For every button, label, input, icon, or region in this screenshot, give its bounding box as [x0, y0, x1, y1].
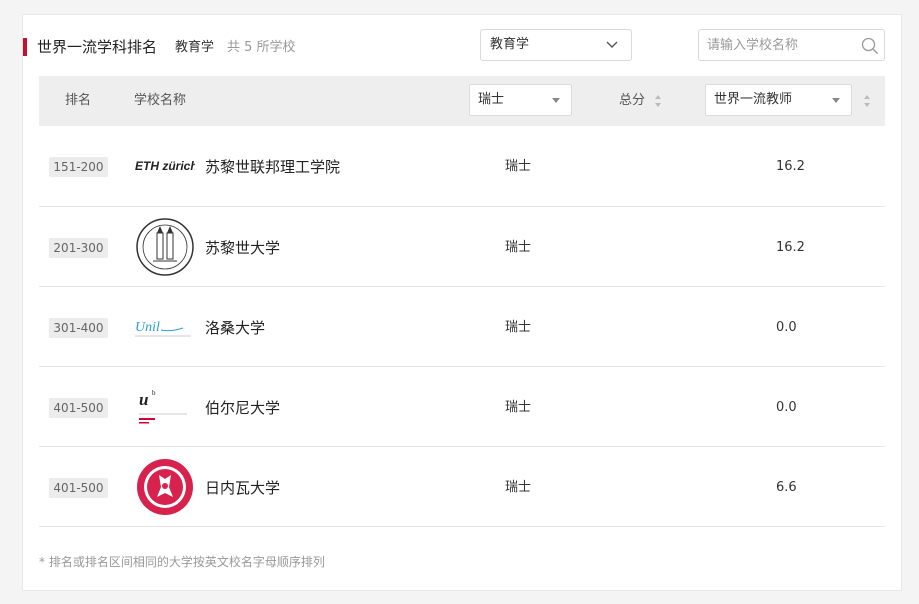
rank-badge: 301-400 [49, 318, 108, 338]
subject-label: 教育学 [175, 40, 215, 55]
table-header: 排名 学校名称 瑞士 总分 世界一流教师 [39, 76, 885, 126]
table-row[interactable]: 401-500 u b 伯尔尼大学 瑞士 0.0 [39, 367, 885, 447]
header-school-name: 学校名称 [134, 93, 187, 108]
school-country: 瑞士 [505, 400, 532, 415]
eth-zurich-logo: ETH zürich [135, 159, 195, 173]
country-filter-select[interactable]: 瑞士 [469, 84, 572, 116]
country-filter-value: 瑞士 [478, 92, 505, 107]
ranking-card: 世界一流学科排名 教育学 共 5 所学校 教育学 排名 学校名称 瑞士 总分 世… [22, 14, 902, 591]
school-name[interactable]: 苏黎世大学 [205, 237, 280, 259]
rank-badge: 201-300 [49, 238, 108, 258]
school-name[interactable]: 日内瓦大学 [205, 477, 280, 499]
header-total-score[interactable]: 总分 [619, 76, 645, 126]
table-body: 151-200 ETH zürich 苏黎世联邦理工学院 瑞士 16.2 201… [39, 126, 885, 527]
table-row[interactable]: 201-300 苏黎世大学 瑞士 16.2 [39, 207, 885, 287]
caret-down-icon [832, 98, 840, 103]
unil-logo: Unil [135, 320, 191, 337]
chevron-down-icon [606, 41, 618, 48]
indicator-filter-value: 世界一流教师 [714, 92, 793, 107]
unil-logo-text: Unil [135, 320, 160, 335]
table-row[interactable]: 151-200 ETH zürich 苏黎世联邦理工学院 瑞士 16.2 [39, 126, 885, 207]
school-name[interactable]: 洛桑大学 [205, 317, 265, 339]
title-accent-bar [23, 38, 27, 56]
table-row[interactable]: 301-400 Unil 洛桑大学 瑞士 0.0 [39, 287, 885, 367]
school-country: 瑞士 [505, 240, 532, 255]
subject-select[interactable]: 教育学 [480, 29, 632, 61]
rank-badge: 401-500 [49, 478, 108, 498]
table-row[interactable]: 401-500 日内瓦大学 瑞士 6.6 [39, 447, 885, 527]
eth-logo-text: ETH zürich [135, 159, 195, 173]
unige-seal-logo [137, 459, 193, 515]
sort-icon[interactable] [863, 93, 871, 109]
caret-down-icon [552, 98, 560, 103]
rank-badge: 151-200 [49, 157, 108, 177]
header-rank: 排名 [65, 93, 92, 108]
school-name[interactable]: 伯尔尼大学 [205, 397, 280, 419]
rank-badge: 401-500 [49, 398, 108, 418]
school-score: 0.0 [776, 320, 797, 335]
subject-select-value: 教育学 [490, 37, 530, 52]
search-box[interactable] [698, 29, 885, 61]
svg-text:b: b [152, 389, 156, 397]
unibe-logo: u b [139, 389, 187, 424]
school-count: 共 5 所学校 [227, 40, 296, 55]
search-icon[interactable] [860, 36, 880, 56]
school-country: 瑞士 [505, 159, 532, 174]
uzh-seal-logo [136, 218, 194, 276]
unibe-logo-text: u [139, 390, 148, 409]
search-input[interactable] [707, 36, 847, 54]
sort-icon[interactable] [654, 93, 662, 109]
page-title: 世界一流学科排名 [37, 38, 158, 56]
indicator-filter-select[interactable]: 世界一流教师 [705, 84, 852, 116]
footnote: * 排名或排名区间相同的大学按英文校名字母顺序排列 [39, 555, 325, 569]
school-score: 16.2 [776, 240, 805, 255]
school-country: 瑞士 [505, 480, 532, 495]
school-score: 16.2 [776, 159, 805, 174]
school-name[interactable]: 苏黎世联邦理工学院 [205, 156, 340, 178]
school-country: 瑞士 [505, 320, 532, 335]
school-score: 6.6 [776, 480, 797, 495]
school-score: 0.0 [776, 400, 797, 415]
